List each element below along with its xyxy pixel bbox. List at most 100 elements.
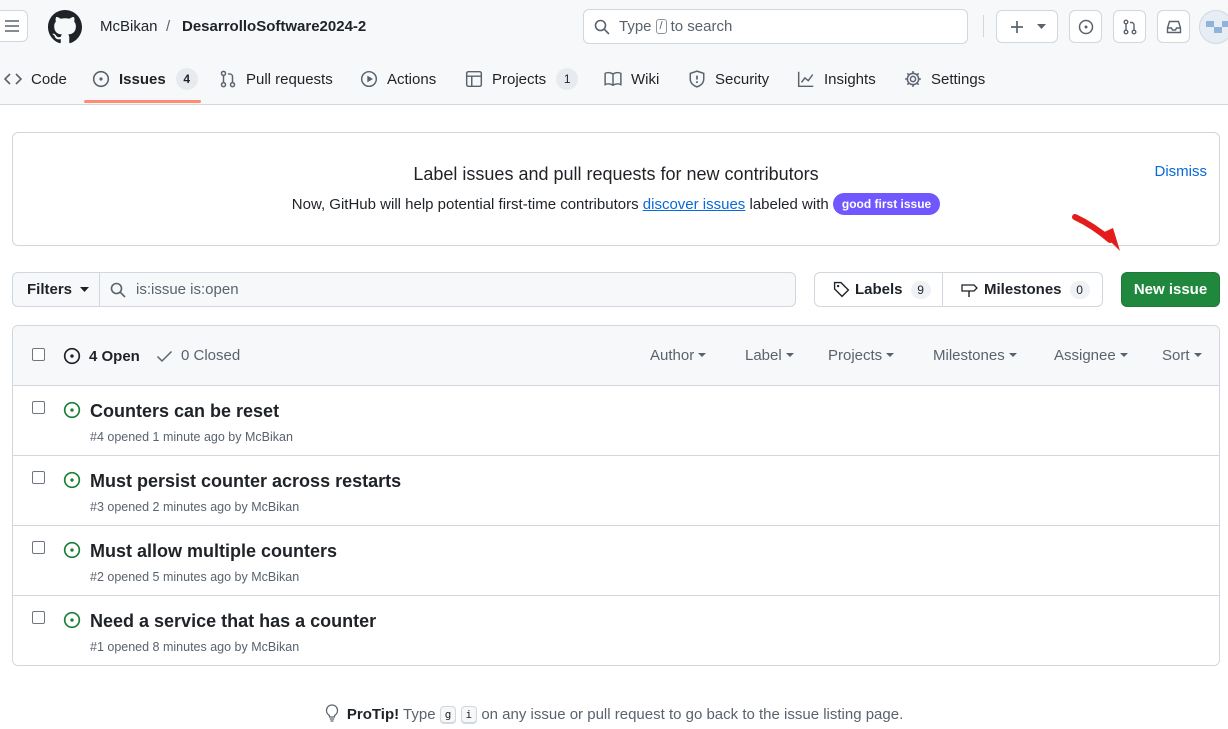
issue-meta: #2 opened 5 minutes ago by McBikan bbox=[90, 570, 300, 584]
breadcrumb-separator: / bbox=[166, 18, 171, 35]
author-filter[interactable]: Author bbox=[650, 347, 707, 364]
banner-title: Label issues and pull requests for new c… bbox=[413, 164, 819, 184]
triangle-down-icon bbox=[80, 286, 90, 292]
search-shortcut-key: / bbox=[655, 19, 667, 34]
issue-opened-icon bbox=[63, 471, 81, 489]
sort-filter[interactable]: Sort bbox=[1162, 347, 1202, 364]
issue-checkbox[interactable] bbox=[32, 541, 45, 554]
book-icon bbox=[604, 71, 622, 87]
milestones-button[interactable]: Milestones 0 bbox=[942, 272, 1103, 307]
selected-tab-indicator bbox=[84, 100, 201, 103]
milestones-filter[interactable]: Milestones bbox=[933, 347, 1017, 364]
tab-projects-counter: 1 bbox=[556, 68, 579, 90]
issue-title-link[interactable]: Must allow multiple counters bbox=[90, 540, 337, 562]
issue-opened-icon bbox=[63, 611, 81, 629]
issue-checkbox[interactable] bbox=[32, 471, 45, 484]
good-first-issue-label[interactable]: good first issue bbox=[832, 193, 941, 215]
issue-meta: #1 opened 8 minutes ago by McBikan bbox=[90, 640, 300, 654]
dismiss-button[interactable]: Dismiss bbox=[1155, 163, 1208, 180]
search-icon bbox=[110, 282, 126, 298]
menu-button[interactable] bbox=[0, 10, 28, 42]
protip: ProTip! Type g i on any issue or pull re… bbox=[0, 704, 1228, 724]
projects-filter-label: Projects bbox=[828, 347, 883, 364]
tab-wiki-label: Wiki bbox=[631, 70, 660, 88]
milestones-count: 0 bbox=[1069, 280, 1090, 299]
issue-checkbox[interactable] bbox=[32, 401, 45, 414]
user-avatar[interactable] bbox=[1199, 10, 1228, 44]
tab-settings[interactable]: Settings bbox=[904, 54, 985, 104]
table-icon bbox=[465, 70, 483, 88]
shield-icon bbox=[689, 70, 705, 88]
caret-down-icon bbox=[886, 353, 895, 357]
projects-filter[interactable]: Projects bbox=[828, 347, 895, 364]
closed-issues-toggle[interactable]: 0 Closed bbox=[156, 347, 240, 364]
banner-text-after: labeled with bbox=[749, 196, 829, 213]
issue-search-query: is:issue is:open bbox=[136, 281, 239, 298]
tab-actions-label: Actions bbox=[387, 70, 437, 88]
play-icon bbox=[360, 70, 378, 88]
new-issue-button[interactable]: New issue bbox=[1121, 272, 1220, 307]
repository-navigation: Code Issues 4 Pull requests Actions Proj… bbox=[0, 54, 1228, 105]
tab-pull-requests[interactable]: Pull requests bbox=[219, 54, 333, 104]
caret-down-icon bbox=[698, 353, 707, 357]
open-issues-label: 4 Open bbox=[89, 347, 140, 365]
sort-filter-label: Sort bbox=[1162, 347, 1190, 364]
labels-button[interactable]: Labels 9 bbox=[814, 272, 943, 307]
issue-row[interactable]: Counters can be reset #4 opened 1 minute… bbox=[13, 386, 1219, 456]
tab-pull-requests-label: Pull requests bbox=[246, 70, 333, 88]
tab-security[interactable]: Security bbox=[688, 54, 769, 104]
global-search-input[interactable]: Type / to search bbox=[583, 9, 968, 44]
label-filter[interactable]: Label bbox=[745, 347, 794, 364]
issue-title-link[interactable]: Counters can be reset bbox=[90, 400, 279, 422]
banner-text: Now, GitHub will help potential first-ti… bbox=[13, 193, 1219, 216]
light-bulb-icon bbox=[325, 704, 338, 722]
open-issues-toggle[interactable]: 4 Open bbox=[63, 347, 140, 365]
closed-issues-label: 0 Closed bbox=[181, 347, 241, 364]
filters-dropdown[interactable]: Filters bbox=[12, 272, 100, 307]
assignee-filter[interactable]: Assignee bbox=[1054, 347, 1128, 364]
annotation-arrow-icon bbox=[1072, 214, 1120, 251]
issue-opened-icon bbox=[63, 541, 81, 559]
tab-wiki[interactable]: Wiki bbox=[604, 54, 659, 104]
banner-text-before: Now, GitHub will help potential first-ti… bbox=[291, 196, 639, 213]
milestones-filter-label: Milestones bbox=[933, 347, 1005, 364]
issue-title-link[interactable]: Must persist counter across restarts bbox=[90, 470, 401, 492]
pull-requests-button[interactable] bbox=[1113, 10, 1146, 43]
tab-insights[interactable]: Insights bbox=[797, 54, 876, 104]
assignee-filter-label: Assignee bbox=[1054, 347, 1116, 364]
labels-count: 9 bbox=[910, 280, 931, 299]
protip-type-word: Type bbox=[403, 706, 436, 723]
protip-lead: ProTip! bbox=[346, 706, 400, 723]
tab-issues[interactable]: Issues 4 bbox=[92, 54, 198, 104]
issue-opened-icon bbox=[92, 70, 110, 88]
filters-label: Filters bbox=[27, 281, 73, 298]
issue-title-link[interactable]: Need a service that has a counter bbox=[90, 610, 376, 632]
tab-projects[interactable]: Projects 1 bbox=[465, 54, 579, 104]
issue-checkbox[interactable] bbox=[32, 611, 45, 624]
breadcrumb-repo[interactable]: DesarrolloSoftware2024-2 bbox=[182, 17, 366, 37]
issues-list: 4 Open 0 Closed Author Label Projects Mi… bbox=[12, 325, 1220, 666]
inbox-button[interactable] bbox=[1157, 10, 1190, 43]
github-logo-icon[interactable] bbox=[48, 10, 82, 44]
select-all-checkbox[interactable] bbox=[32, 348, 45, 361]
issue-row[interactable]: Must allow multiple counters #2 opened 5… bbox=[13, 526, 1219, 596]
inbox-icon bbox=[1166, 20, 1181, 33]
tab-actions[interactable]: Actions bbox=[360, 54, 436, 104]
issue-row[interactable]: Must persist counter across restarts #3 … bbox=[13, 456, 1219, 526]
check-icon bbox=[156, 350, 173, 362]
issue-row[interactable]: Need a service that has a counter #1 ope… bbox=[13, 596, 1219, 665]
tab-projects-label: Projects bbox=[492, 70, 547, 88]
issues-button[interactable] bbox=[1069, 10, 1102, 43]
milestones-label: Milestones bbox=[984, 281, 1062, 298]
breadcrumb-owner[interactable]: McBikan bbox=[100, 17, 158, 37]
issue-opened-icon bbox=[63, 401, 81, 419]
issue-search-input[interactable]: is:issue is:open bbox=[99, 272, 796, 307]
code-icon bbox=[4, 73, 22, 85]
keyboard-key-i: i bbox=[460, 706, 478, 724]
caret-down-icon bbox=[785, 353, 794, 357]
tab-code[interactable]: Code bbox=[4, 54, 67, 104]
milestone-icon bbox=[961, 283, 978, 297]
discover-issues-link[interactable]: discover issues bbox=[643, 196, 746, 213]
create-new-button[interactable] bbox=[996, 10, 1058, 43]
tab-code-label: Code bbox=[31, 70, 67, 88]
